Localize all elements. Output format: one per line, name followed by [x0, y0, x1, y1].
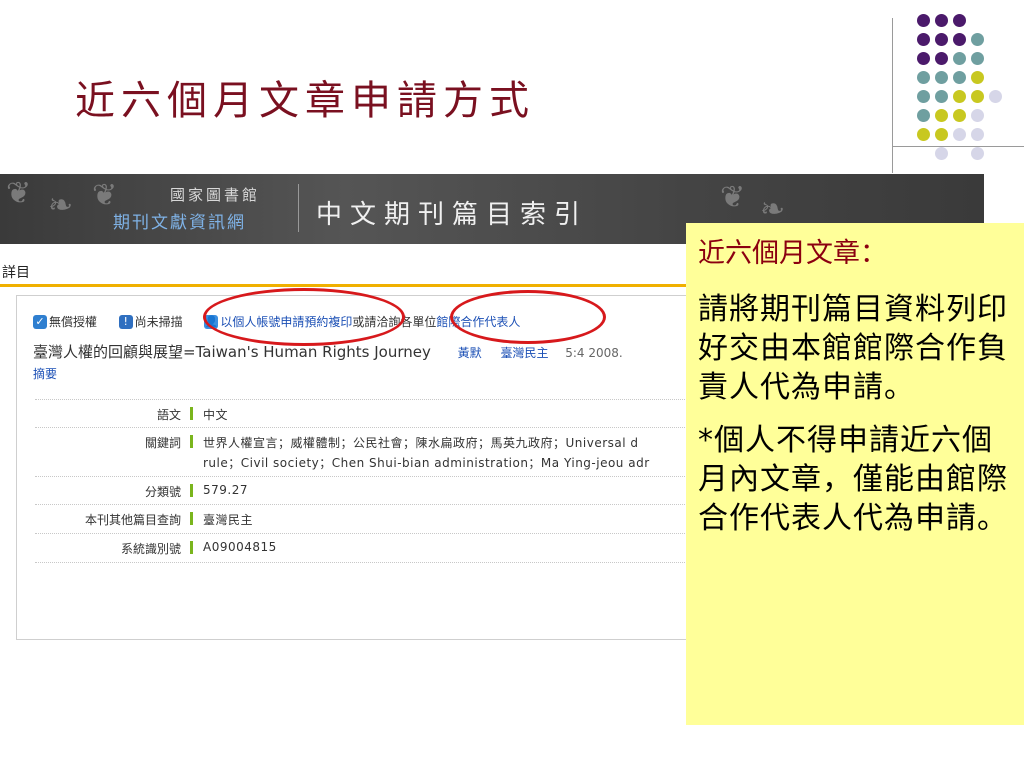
slide-title: 近六個月文章申請方式	[75, 78, 535, 124]
field-label: 系統識別號	[120, 542, 181, 556]
decor-dot	[953, 128, 966, 141]
decor-dot	[917, 14, 930, 27]
author-link[interactable]: 黃默	[458, 346, 482, 360]
callout-heading: 近六個月文章：	[698, 238, 887, 269]
decor-dot	[935, 14, 948, 27]
field-marker	[190, 512, 193, 525]
decor-dot	[917, 128, 930, 141]
leaf-ornament-icon: ❧	[760, 192, 786, 227]
decor-dot	[917, 52, 930, 65]
info-callout: 近六個月文章： 請將期刊篇目資料列印好交由本館館際合作負責人代為申請。 *個人不…	[686, 223, 1024, 725]
brand-divider	[298, 184, 299, 232]
field-marker	[190, 435, 193, 448]
decor-dot	[935, 33, 948, 46]
decor-dot	[935, 52, 948, 65]
decor-dot	[917, 90, 930, 103]
leaf-ornament-icon: ❦	[6, 176, 32, 211]
decor-dot	[971, 147, 984, 160]
no-license-icon: ✓	[33, 314, 47, 329]
decor-dot	[971, 33, 984, 46]
article-title: 臺灣人權的回顧與展望=Taiwan's Human Rights Journey	[33, 343, 431, 361]
decor-dot	[917, 109, 930, 122]
field-label: 本刊其他篇目查詢	[84, 513, 181, 527]
decor-dot	[953, 71, 966, 84]
decor-dot	[935, 128, 948, 141]
decor-dot	[971, 71, 984, 84]
system-title: 中文期刊篇目索引	[316, 200, 589, 230]
decor-dot	[935, 109, 948, 122]
field-marker	[190, 541, 193, 554]
decor-dot-grid	[899, 14, 1002, 164]
leaf-ornament-icon: ❦	[720, 180, 746, 215]
org-name: 國家圖書館	[170, 186, 261, 204]
decor-dot	[953, 33, 966, 46]
callout-instruction: 請將期刊篇目資料列印好交由本館館際合作負責人代為申請。	[698, 292, 1008, 405]
decor-dot	[917, 71, 930, 84]
decor-dot	[917, 33, 930, 46]
classification-link[interactable]: 579.27	[203, 483, 248, 497]
field-label: 語文	[156, 408, 181, 422]
decor-dot	[971, 90, 984, 103]
field-marker	[190, 484, 193, 497]
field-label: 分類號	[144, 485, 181, 499]
field-label: 關鍵詞	[144, 436, 181, 450]
leaf-ornament-icon: ❧	[48, 188, 74, 223]
section-label: 詳目	[2, 265, 30, 281]
site-name[interactable]: 期刊文獻資訊網	[113, 208, 246, 233]
decor-dot	[935, 71, 948, 84]
callout-note: *個人不得申請近六個月內文章，僅能由館際合作代表人代為申請。	[698, 423, 1008, 536]
abstract-link[interactable]: 摘要	[33, 365, 57, 382]
field-value: A09004815	[203, 540, 277, 554]
info-icon: !	[118, 314, 133, 329]
keywords-value-cont[interactable]: rule；Civil society；Chen Shui-bian admini…	[203, 454, 650, 471]
field-value: 中文	[203, 408, 229, 422]
decor-dot	[935, 90, 948, 103]
decor-dot	[953, 52, 966, 65]
decor-vertical-line	[892, 18, 893, 173]
decor-dot	[971, 52, 984, 65]
journal-issues-link[interactable]: 臺灣民主	[203, 511, 253, 528]
decor-dot	[971, 128, 984, 141]
journal-link[interactable]: 臺灣民主	[500, 346, 548, 360]
decor-dot	[935, 147, 948, 160]
decor-dot	[971, 109, 984, 122]
issue-info: 5:4 2008.	[565, 346, 623, 360]
decor-dot	[953, 90, 966, 103]
decor-dot	[953, 14, 966, 27]
decor-dot	[953, 109, 966, 122]
highlight-oval-ill	[450, 290, 606, 344]
keywords-value[interactable]: 世界人權宣言；威權體制；公民社會；陳水扁政府；馬英九政府；Universal d	[203, 434, 639, 451]
decor-dot	[989, 90, 1002, 103]
highlight-oval-apply	[203, 288, 405, 346]
field-marker	[190, 407, 193, 420]
no-license-label: 無償授權	[49, 315, 98, 329]
not-scanned-label: 尚未掃描	[134, 315, 183, 329]
